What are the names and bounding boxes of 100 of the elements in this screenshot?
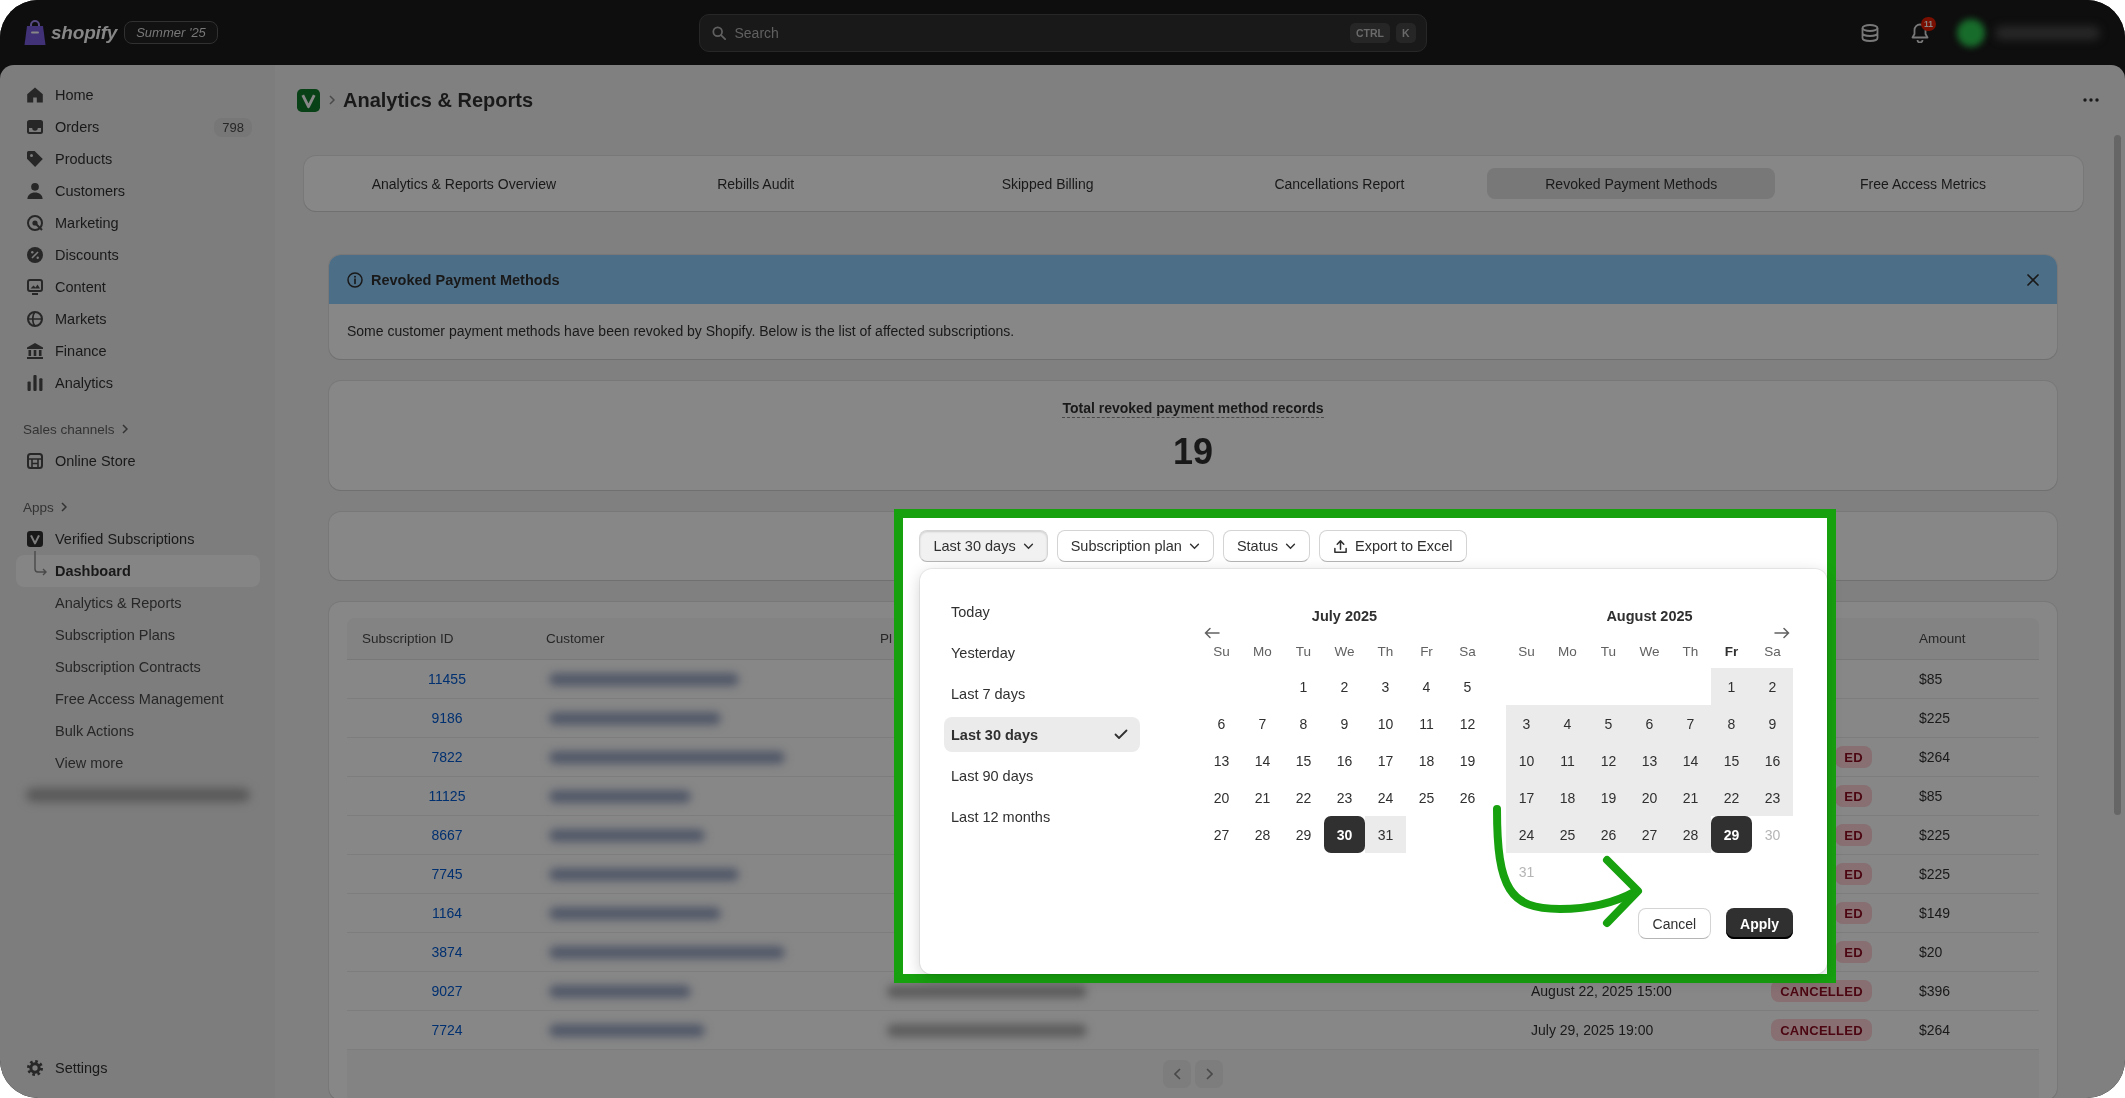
calendar-day[interactable]: 31 (1365, 816, 1406, 853)
calendar-day[interactable]: 1 (1283, 668, 1324, 705)
calendar-day[interactable]: 14 (1670, 742, 1711, 779)
sidebar-item[interactable]: Verified Subscriptions (16, 523, 260, 555)
sidebar-item[interactable]: Settings (16, 1052, 260, 1084)
calendar-day[interactable]: 7 (1242, 705, 1283, 742)
calendar-day[interactable]: 17 (1365, 742, 1406, 779)
subscription-link[interactable]: 11125 (428, 788, 466, 804)
calendar-day[interactable]: 9 (1324, 705, 1365, 742)
calendar-day[interactable]: 24 (1506, 816, 1547, 853)
calendar-day[interactable]: 25 (1406, 779, 1447, 816)
sidebar-item[interactable]: Online Store (16, 445, 260, 477)
tab[interactable]: Revoked Payment Methods (1487, 168, 1776, 199)
calendar-day[interactable]: 18 (1547, 779, 1588, 816)
calendar-day[interactable]: 27 (1629, 816, 1670, 853)
calendar-day[interactable]: 21 (1670, 779, 1711, 816)
calendar-day[interactable]: 22 (1711, 779, 1752, 816)
export-button[interactable]: Export to Excel (1319, 530, 1467, 562)
calendar-day[interactable]: 1 (1711, 668, 1752, 705)
subscription-link[interactable]: 3874 (431, 944, 463, 960)
calendar-day[interactable]: 15 (1711, 742, 1752, 779)
filter-dropdown[interactable]: Last 30 days (919, 530, 1048, 562)
calendar-day[interactable]: 12 (1588, 742, 1629, 779)
calendar-day[interactable]: 18 (1406, 742, 1447, 779)
sidebar-item[interactable]: Products (16, 143, 260, 175)
sidebar-item[interactable]: Analytics (16, 367, 260, 399)
arrow-left-icon[interactable] (1204, 627, 1220, 639)
sidebar-item[interactable]: Markets (16, 303, 260, 335)
sidebar-item[interactable]: Marketing (16, 207, 260, 239)
filter-dropdown[interactable]: Subscription plan (1056, 530, 1214, 562)
calendar-day[interactable]: 29 (1283, 816, 1324, 853)
sidebar-subitem[interactable]: Subscription Contracts (16, 651, 260, 683)
sidebar-subitem[interactable]: Bulk Actions (16, 715, 260, 747)
calendar-day[interactable]: 19 (1447, 742, 1488, 779)
sidebar-subitem[interactable]: Subscription Plans (16, 619, 260, 651)
calendar-day[interactable]: 23 (1752, 779, 1793, 816)
calendar-day[interactable]: 22 (1283, 779, 1324, 816)
calendar-day[interactable]: 10 (1506, 742, 1547, 779)
calendar-day[interactable]: 29 (1711, 816, 1752, 853)
sidebar-item[interactable]: Customers (16, 175, 260, 207)
subscription-link[interactable]: 11455 (428, 671, 466, 687)
sidebar-item[interactable]: Finance (16, 335, 260, 367)
calendar-day[interactable]: 12 (1447, 705, 1488, 742)
preset-option[interactable]: Last 12 months (944, 799, 1140, 834)
calendar-day[interactable]: 5 (1447, 668, 1488, 705)
calendar-day[interactable]: 25 (1547, 816, 1588, 853)
calendar-day[interactable]: 4 (1406, 668, 1447, 705)
calendar-day[interactable]: 11 (1547, 742, 1588, 779)
calendar-day[interactable]: 3 (1365, 668, 1406, 705)
tab[interactable]: Free Access Metrics (1779, 168, 2067, 199)
sidebar-item[interactable]: Discounts (16, 239, 260, 271)
calendar-day[interactable]: 6 (1629, 705, 1670, 742)
subscription-link[interactable]: 7822 (431, 749, 463, 765)
calendar-day[interactable]: 8 (1711, 705, 1752, 742)
subscription-link[interactable]: 9027 (431, 983, 463, 999)
calendar-day[interactable]: 23 (1324, 779, 1365, 816)
calendar-day[interactable]: 16 (1752, 742, 1793, 779)
cancel-button[interactable]: Cancel (1637, 908, 1712, 939)
sidebar-item[interactable]: Orders 798 (16, 111, 260, 143)
calendar-day[interactable]: 6 (1201, 705, 1242, 742)
calendar-day[interactable]: 20 (1629, 779, 1670, 816)
tab[interactable]: Analytics & Reports Overview (320, 168, 608, 199)
sidebar-item[interactable]: Home (16, 79, 260, 111)
calendar-day[interactable]: 2 (1752, 668, 1793, 705)
subscription-link[interactable]: 9186 (431, 710, 463, 726)
subscription-link[interactable]: 7724 (431, 1022, 463, 1038)
tab[interactable]: Skipped Billing (903, 168, 1192, 199)
sidebar-subitem[interactable]: Analytics & Reports (16, 587, 260, 619)
calendar-day[interactable]: 13 (1201, 742, 1242, 779)
calendar-day[interactable]: 3 (1506, 705, 1547, 742)
calendar-day[interactable]: 4 (1547, 705, 1588, 742)
tab[interactable]: Cancellations Report (1195, 168, 1484, 199)
search-input[interactable]: Search (734, 22, 1344, 43)
close-icon[interactable] (2027, 273, 2039, 286)
calendar-day[interactable]: 20 (1201, 779, 1242, 816)
calendar-day[interactable]: 15 (1283, 742, 1324, 779)
calendar-day[interactable]: 13 (1629, 742, 1670, 779)
preset-option[interactable]: Last 90 days (944, 758, 1140, 793)
calendar-day[interactable]: 21 (1242, 779, 1283, 816)
scrollbar-thumb[interactable] (2114, 135, 2121, 815)
calendar-day[interactable]: 27 (1201, 816, 1242, 853)
tab[interactable]: Rebills Audit (611, 168, 900, 199)
calendar-day[interactable]: 26 (1588, 816, 1629, 853)
apply-button[interactable]: Apply (1726, 908, 1793, 939)
sidebar-subitem[interactable]: Free Access Management (16, 683, 260, 715)
calendar-day[interactable]: 17 (1506, 779, 1547, 816)
calendar-day[interactable]: 24 (1365, 779, 1406, 816)
calendar-day[interactable]: 28 (1670, 816, 1711, 853)
subscription-link[interactable]: 8667 (431, 827, 463, 843)
filter-dropdown[interactable]: Status (1222, 530, 1311, 562)
subscription-link[interactable]: 1164 (431, 905, 463, 921)
calendar-day[interactable]: 19 (1588, 779, 1629, 816)
calendar-day[interactable]: 2 (1324, 668, 1365, 705)
arrow-right-icon[interactable] (1774, 627, 1790, 639)
sidebar-subitem[interactable]: View more (16, 747, 260, 779)
calendar-day[interactable]: 5 (1588, 705, 1629, 742)
sidebar-item[interactable]: Content (16, 271, 260, 303)
calendar-day[interactable]: 16 (1324, 742, 1365, 779)
preset-option[interactable]: Yesterday (944, 635, 1140, 670)
calendar-day[interactable]: 30 (1324, 816, 1365, 853)
